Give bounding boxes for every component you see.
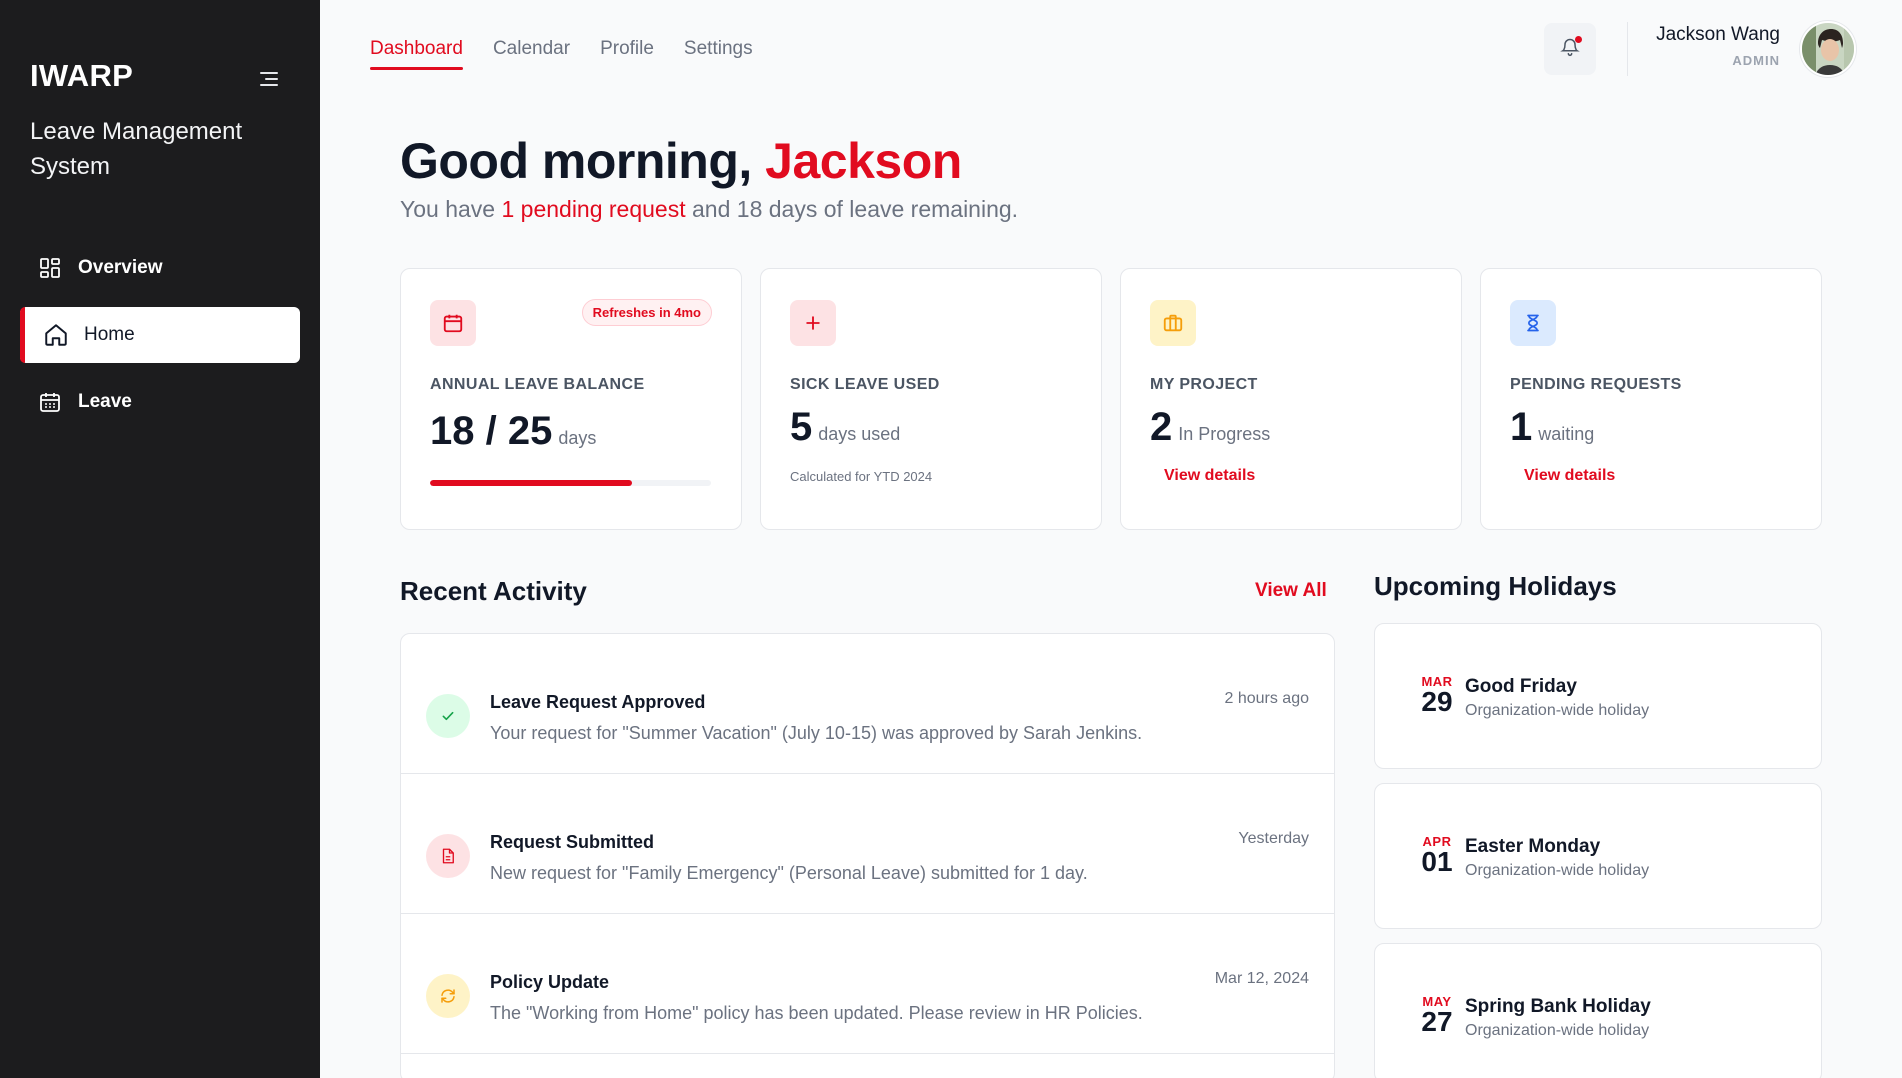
header-divider — [1627, 22, 1628, 76]
card-label: PENDING REQUESTS — [1510, 376, 1682, 393]
sidebar-item-overview[interactable]: Overview — [20, 240, 300, 296]
card-value: 5 days used — [790, 405, 900, 450]
holiday-card[interactable]: MAY 27 Spring Bank Holiday Organization-… — [1374, 943, 1822, 1078]
greeting-prefix: Good morning, — [400, 133, 766, 189]
activity-title: Leave Request Approved — [490, 692, 706, 712]
sidebar-item-label: Overview — [78, 257, 163, 278]
grid-icon — [36, 254, 64, 282]
brand-logo: IWARP — [30, 58, 134, 93]
holiday-card[interactable]: APR 01 Easter Monday Organization-wide h… — [1374, 783, 1822, 929]
tab-profile[interactable]: Profile — [600, 38, 654, 70]
activity-time: 2 hours ago — [1224, 690, 1309, 707]
view-details-link[interactable]: View details — [1164, 467, 1255, 485]
activity-time: Yesterday — [1238, 830, 1309, 847]
user-info[interactable]: Jackson Wang ADMIN — [1656, 24, 1780, 68]
menu-toggle-icon[interactable] — [256, 72, 278, 90]
user-role: ADMIN — [1732, 53, 1780, 68]
card-unit: waiting — [1538, 424, 1595, 444]
holiday-day: 01 — [1421, 846, 1453, 877]
upcoming-holidays-title: Upcoming Holidays — [1374, 571, 1617, 601]
greeting-name: Jackson — [765, 133, 962, 189]
notifications-button[interactable] — [1544, 23, 1596, 75]
holiday-card[interactable]: MAR 29 Good Friday Organization-wide hol… — [1374, 623, 1822, 769]
list-item[interactable]: Request Submitted New request for "Famil… — [401, 774, 1334, 914]
holiday-desc: Organization-wide holiday — [1465, 862, 1650, 879]
leave-progress-bar — [430, 480, 711, 486]
activity-desc: New request for "Family Emergency" (Pers… — [490, 863, 1088, 883]
activity-desc: The "Working from Home" policy has been … — [490, 1003, 1143, 1023]
hourglass-icon — [1510, 300, 1556, 346]
sidebar-item-home[interactable]: Home — [20, 307, 300, 363]
briefcase-icon — [1150, 300, 1196, 346]
view-all-link[interactable]: View All — [1255, 580, 1327, 602]
calendar-icon — [36, 388, 64, 416]
recent-activity-title: Recent Activity — [400, 576, 587, 606]
tab-calendar[interactable]: Calendar — [493, 38, 570, 70]
holiday-day: 27 — [1421, 1006, 1453, 1037]
top-nav: Dashboard Calendar Profile Settings — [370, 38, 753, 70]
card-value: 18 / 25 days — [430, 409, 596, 454]
card-value: 2 In Progress — [1150, 405, 1270, 450]
holiday-day: 29 — [1421, 686, 1453, 717]
check-icon — [426, 694, 470, 738]
holiday-desc: Organization-wide holiday — [1465, 1022, 1650, 1039]
pending-value: 1 — [1510, 405, 1533, 449]
holiday-name: Spring Bank Holiday — [1465, 996, 1651, 1017]
sidebar-nav: Overview Home Leave — [20, 240, 300, 441]
pending-request-link[interactable]: 1 pending request — [501, 196, 685, 222]
tab-dashboard[interactable]: Dashboard — [370, 38, 463, 70]
sidebar-item-leave[interactable]: Leave — [20, 374, 300, 430]
annual-leave-value: 18 / 25 — [430, 409, 553, 453]
project-value: 2 — [1150, 405, 1173, 449]
calendar-icon — [430, 300, 476, 346]
view-details-link[interactable]: View details — [1524, 467, 1615, 485]
leave-progress-fill — [430, 480, 633, 486]
card-value: 1 waiting — [1510, 405, 1594, 450]
summary-text: You have — [400, 196, 502, 222]
card-unit: In Progress — [1178, 424, 1271, 444]
card-label: SICK LEAVE USED — [790, 376, 940, 393]
sidebar-item-label: Leave — [78, 391, 132, 412]
activity-desc: Your request for "Summer Vacation" (July… — [490, 723, 1143, 743]
holiday-name: Easter Monday — [1465, 836, 1601, 857]
activity-title: Request Submitted — [490, 832, 655, 852]
list-item[interactable]: Policy Update The "Working from Home" po… — [401, 914, 1334, 1054]
activity-list: Leave Request Approved Your request for … — [400, 633, 1335, 1078]
notification-dot — [1575, 36, 1582, 43]
card-unit: days used — [818, 424, 901, 444]
home-icon — [42, 321, 70, 349]
avatar[interactable] — [1800, 21, 1856, 77]
sick-leave-value: 5 — [790, 405, 813, 449]
annual-leave-card: Refreshes in 4mo ANNUAL LEAVE BALANCE 18… — [400, 268, 742, 530]
summary-text: and 18 days of leave remaining. — [685, 196, 1019, 222]
sick-leave-card: SICK LEAVE USED 5 days used Calculated f… — [760, 268, 1102, 530]
pending-requests-card: PENDING REQUESTS 1 waiting View details — [1480, 268, 1822, 530]
card-note: Calculated for YTD 2024 — [790, 469, 933, 484]
card-label: MY PROJECT — [1150, 376, 1258, 393]
plus-icon — [790, 300, 836, 346]
refresh-badge: Refreshes in 4mo — [581, 299, 712, 326]
page-title: Good morning, Jackson — [400, 132, 962, 190]
app-subtitle: Leave Management System — [30, 118, 243, 180]
document-icon — [426, 834, 470, 878]
sidebar: IWARP Leave Management System Overview H… — [0, 0, 320, 1078]
tab-settings[interactable]: Settings — [684, 38, 753, 70]
greeting-summary: You have 1 pending request and 18 days o… — [400, 196, 1018, 223]
holiday-name: Good Friday — [1465, 676, 1577, 697]
user-name: Jackson Wang — [1656, 24, 1780, 45]
project-card: MY PROJECT 2 In Progress View details — [1120, 268, 1462, 530]
card-label: ANNUAL LEAVE BALANCE — [430, 376, 645, 393]
refresh-icon — [426, 974, 470, 1018]
activity-title: Policy Update — [490, 972, 610, 992]
card-unit: days — [558, 428, 597, 448]
list-item[interactable]: Leave Request Approved Your request for … — [401, 634, 1334, 774]
holiday-desc: Organization-wide holiday — [1465, 702, 1650, 719]
activity-time: Mar 12, 2024 — [1214, 970, 1309, 987]
sidebar-item-label: Home — [84, 324, 135, 345]
